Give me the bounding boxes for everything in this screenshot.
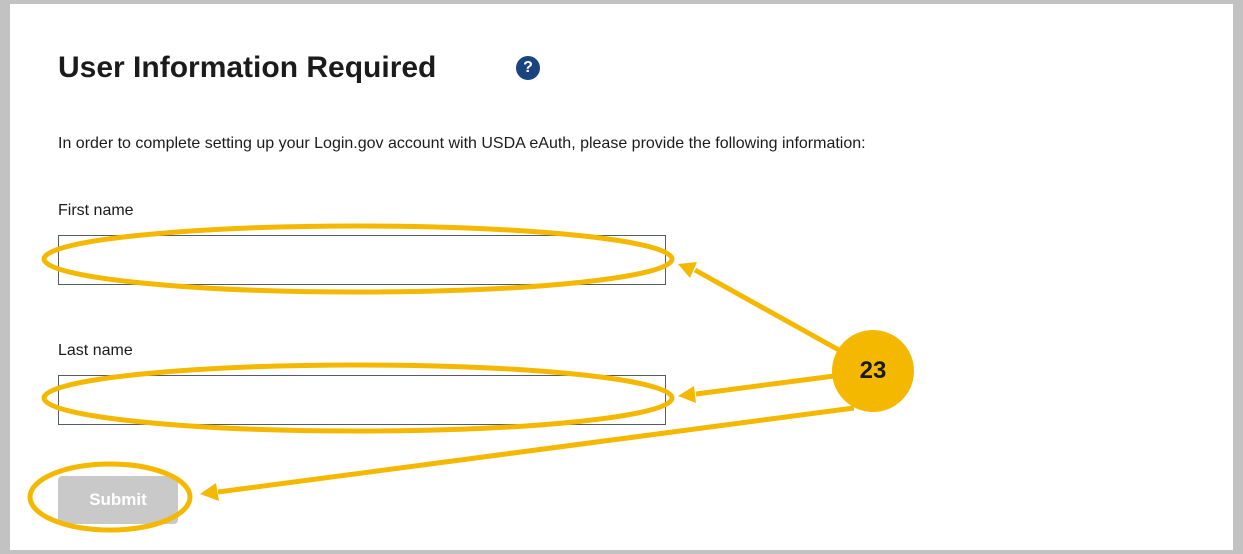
first-name-input[interactable] xyxy=(58,235,666,285)
intro-text: In order to complete setting up your Log… xyxy=(58,135,866,152)
last-name-input[interactable] xyxy=(58,375,666,425)
page-title: User Information Required xyxy=(58,51,437,84)
submit-button[interactable]: Submit xyxy=(58,476,178,524)
callout-number: 23 xyxy=(859,357,887,384)
first-name-label: First name xyxy=(58,202,134,219)
help-icon[interactable]: ? xyxy=(516,56,540,80)
last-name-label: Last name xyxy=(58,342,133,359)
